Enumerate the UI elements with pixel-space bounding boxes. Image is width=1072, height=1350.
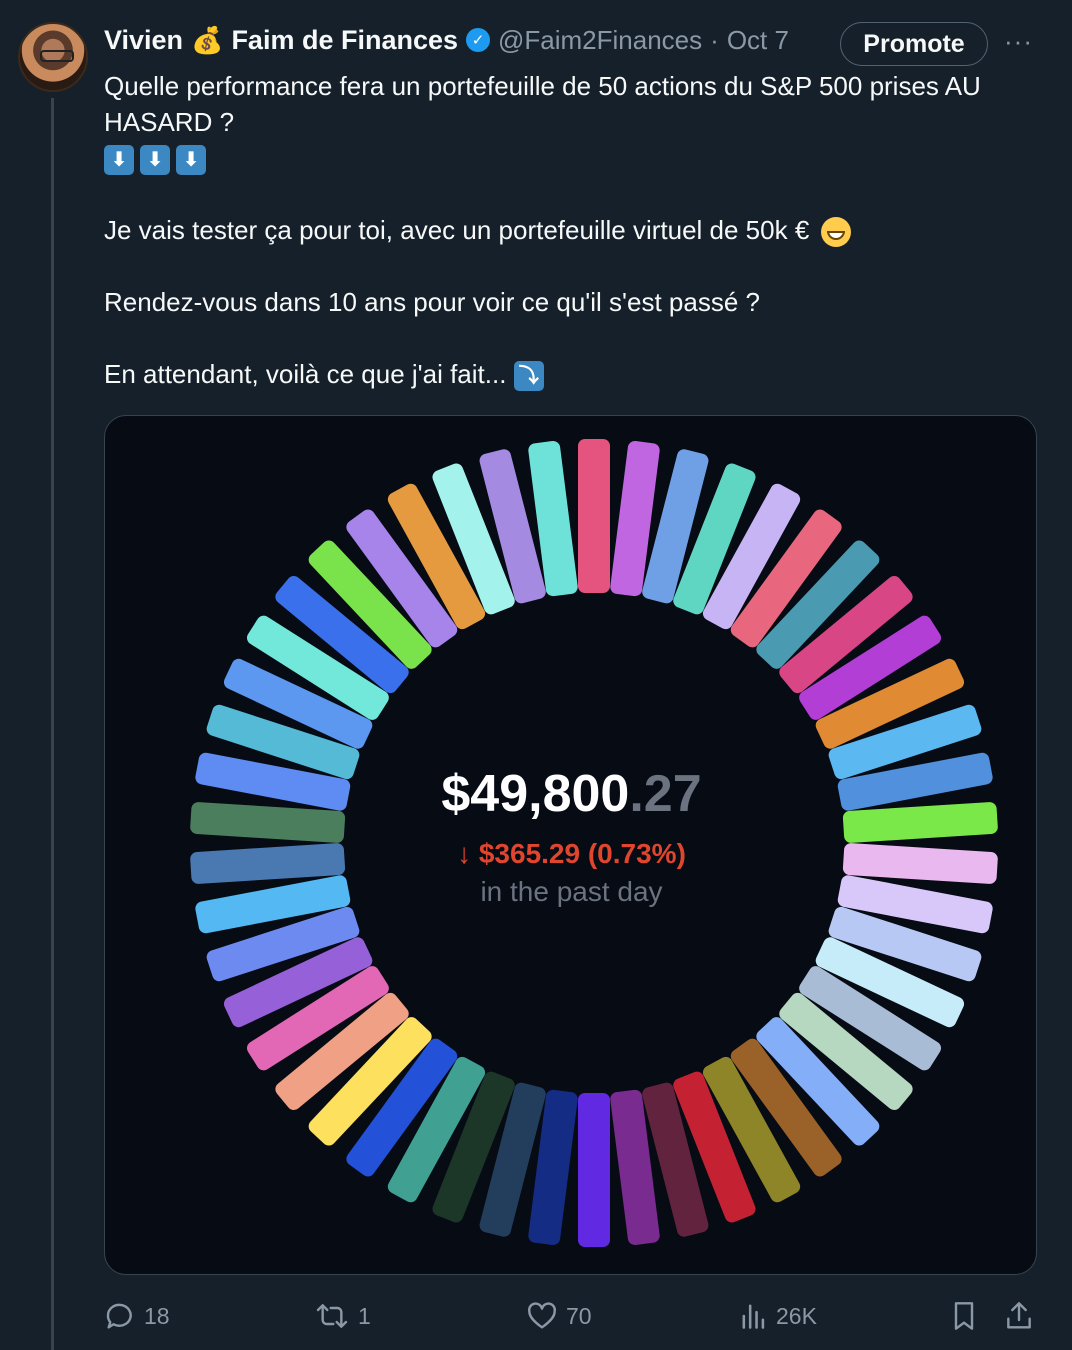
tweet-text-line4: En attendant, voilà ce que j'ai fait... … xyxy=(104,356,1034,392)
views-button[interactable]: 26K xyxy=(740,1294,817,1338)
more-options-icon[interactable]: ··· xyxy=(1004,26,1033,57)
like-button[interactable]: 70 xyxy=(526,1294,592,1338)
tweet-media-image[interactable]: $49,800.27 ↓ $365.29 (0.73%) in the past… xyxy=(104,415,1037,1275)
down-arrow-icon: ⬇ xyxy=(140,145,170,176)
portfolio-value-main: $49,800 xyxy=(441,765,630,823)
repost-count: 1 xyxy=(358,1302,371,1329)
heart-icon xyxy=(528,1302,556,1329)
author-handle[interactable]: @Faim2Finances xyxy=(498,25,702,56)
header-separator: · xyxy=(710,24,719,55)
promote-button[interactable]: Promote xyxy=(840,22,988,66)
tweet-date[interactable]: Oct 7 xyxy=(727,25,789,56)
avatar-glasses xyxy=(40,50,74,62)
reply-button[interactable]: 18 xyxy=(104,1294,170,1338)
thread-line xyxy=(51,98,54,1350)
money-bag-icon: 💰 xyxy=(191,24,224,55)
share-icon xyxy=(1007,1302,1031,1329)
portfolio-change-value: $365.29 (0.73%) xyxy=(478,838,686,869)
view-count: 26K xyxy=(776,1302,817,1329)
tweet-header: Vivien 💰 Faim de Finances ✓ @Faim2Financ… xyxy=(104,22,789,58)
reply-icon xyxy=(106,1303,132,1329)
tweet-text: Quelle performance fera un portefeuille … xyxy=(104,68,1034,392)
tweet-text-line2: Je vais tester ça pour toi, avec un port… xyxy=(104,212,1034,248)
like-count: 70 xyxy=(566,1302,592,1329)
tweet-actions: 18 1 70 26K xyxy=(104,1294,1039,1338)
arrow-down-icon: ↓ xyxy=(457,838,472,869)
ring-segment xyxy=(578,1093,610,1247)
share-button[interactable] xyxy=(1004,1294,1034,1338)
reply-count: 18 xyxy=(144,1302,170,1329)
bookmark-icon xyxy=(954,1302,974,1330)
views-chart-icon xyxy=(742,1304,765,1329)
grinning-face-icon xyxy=(820,217,851,248)
portfolio-change-period: in the past day xyxy=(480,876,663,907)
curved-arrow-down-icon: ⤵ xyxy=(513,361,544,392)
bookmark-button[interactable] xyxy=(950,1294,978,1338)
ring-segment xyxy=(578,439,610,593)
portfolio-change: ↓ $365.29 (0.73%) xyxy=(105,838,1036,870)
down-arrow-icon: ⬇ xyxy=(176,145,206,176)
arrow-emoji-row: ⬇ ⬇ ⬇ xyxy=(104,140,1034,176)
down-arrow-icon: ⬇ xyxy=(104,145,134,176)
avatar[interactable] xyxy=(18,22,88,92)
verified-badge-icon[interactable]: ✓ xyxy=(466,28,491,52)
author-display-name[interactable]: Vivien xyxy=(104,25,183,56)
tweet-text-line1: Quelle performance fera un portefeuille … xyxy=(104,71,981,137)
repost-icon xyxy=(316,1304,348,1328)
repost-button[interactable]: 1 xyxy=(314,1294,371,1338)
portfolio-value: $49,800.27 xyxy=(105,764,1036,824)
tweet-text-line3: Rendez-vous dans 10 ans pour voir ce qu'… xyxy=(104,287,760,317)
portfolio-value-cents: .27 xyxy=(629,765,702,823)
author-brand-name[interactable]: Faim de Finances xyxy=(231,25,458,56)
